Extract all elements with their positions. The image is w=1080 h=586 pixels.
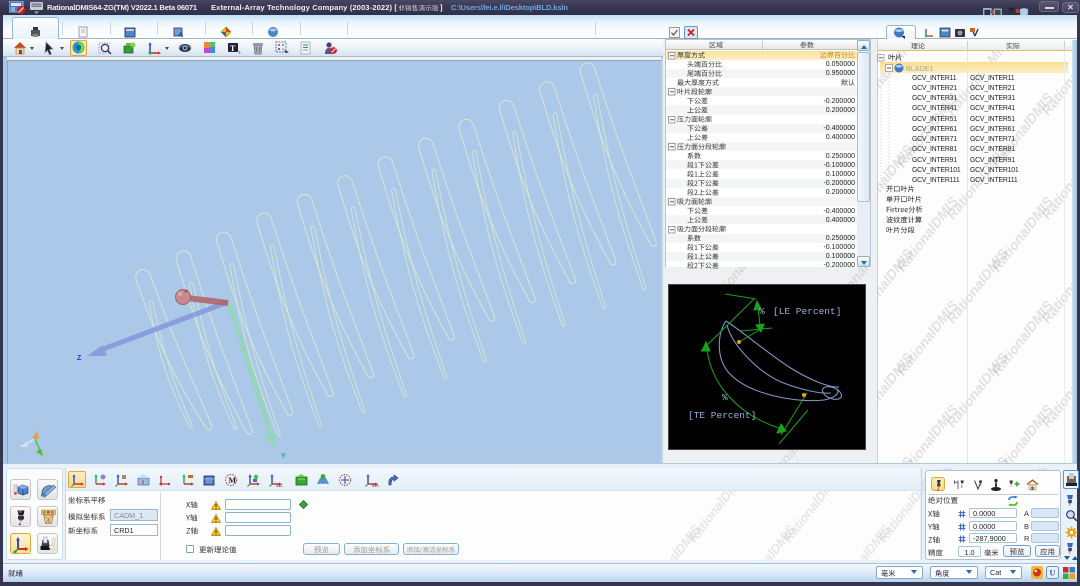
svg-text:SE1: SE1 [276, 483, 283, 487]
svg-text:[LE Percent]: [LE Percent] [773, 306, 841, 317]
svg-text:Y: Y [281, 453, 286, 460]
svg-text:MAP: MAP [372, 483, 379, 487]
svg-text:T: T [230, 44, 236, 53]
svg-text:%: % [759, 306, 765, 317]
svg-text:CAD: CAD [319, 482, 328, 487]
svg-text:U: U [1050, 569, 1056, 578]
svg-text:M: M [229, 476, 237, 485]
svg-text:y: y [44, 454, 47, 460]
svg-text:[TE Percent]: [TE Percent] [688, 410, 756, 421]
svg-text:z: z [16, 445, 19, 451]
svg-text:%: % [722, 392, 728, 403]
svg-text:Z: Z [77, 355, 82, 362]
svg-text:x: x [35, 429, 38, 435]
